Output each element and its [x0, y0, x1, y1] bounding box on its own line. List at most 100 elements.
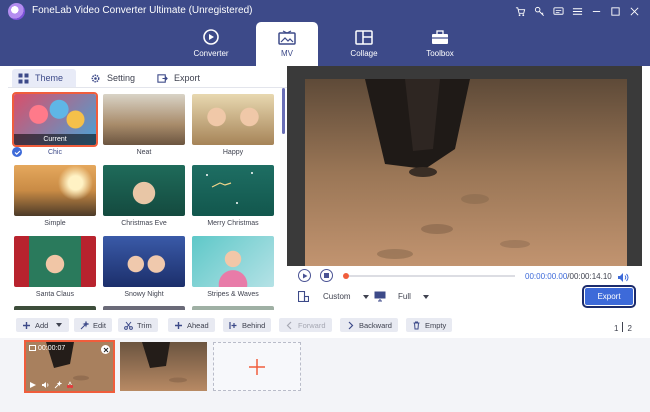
tab-converter[interactable]: Converter [180, 22, 242, 66]
theme-merry-christmas[interactable]: Merry Christmas [192, 165, 274, 227]
trash-icon [413, 321, 420, 329]
progress-bar[interactable] [349, 275, 515, 277]
tab-export-label: Export [174, 73, 201, 83]
display-mode-select[interactable]: Full [374, 291, 429, 302]
player-controls: 00:00:00.00/00:00:14.10 Custom Full Expo… [287, 266, 642, 310]
tab-mv-label: MV [281, 49, 293, 58]
aspect-ratio-icon [298, 291, 309, 302]
volume-icon[interactable] [617, 270, 629, 288]
minimize-icon[interactable] [587, 2, 606, 20]
check-icon [12, 147, 22, 157]
aspect-value: Custom [323, 292, 351, 301]
theme-thumbnail [192, 306, 274, 310]
maximize-icon[interactable] [606, 2, 625, 20]
tab-setting[interactable]: Setting [84, 69, 141, 87]
theme-scrollbar[interactable] [282, 88, 286, 310]
theme-santa-claus[interactable]: Santa Claus [14, 236, 96, 298]
theme-label: Stripes & Waves [207, 291, 259, 298]
key-icon[interactable] [530, 2, 549, 20]
theme-happy[interactable]: Happy [192, 94, 274, 156]
theme-label: Neat [136, 149, 152, 156]
sub-tab-bar: Theme Setting Export [8, 66, 287, 88]
forward-label: Forward [298, 320, 326, 330]
export-button[interactable]: Export [582, 285, 636, 308]
trim-label: Trim [137, 320, 152, 330]
theme-thumbnail [103, 165, 185, 216]
edit-button[interactable]: Edit [74, 318, 112, 332]
tab-theme[interactable]: Theme [12, 69, 76, 87]
plus-icon [23, 321, 30, 329]
theme-next-row[interactable] [192, 306, 274, 310]
ahead-label: Ahead [187, 320, 209, 330]
film-icon [29, 345, 36, 351]
empty-label: Empty [425, 320, 447, 330]
theme-chic[interactable]: Current Chic [12, 92, 98, 157]
tab-converter-label: Converter [193, 49, 229, 58]
magic-wand-icon[interactable] [54, 381, 62, 389]
add-clip-button[interactable] [213, 342, 301, 391]
page-separator [622, 322, 624, 332]
tab-toolbox-label: Toolbox [426, 49, 454, 58]
theme-simple[interactable]: Simple [14, 165, 96, 227]
theme-thumbnail [103, 94, 185, 145]
current-time: 00:00:00.00 [525, 272, 568, 281]
backward-button[interactable]: Backward [340, 318, 398, 332]
cherry-icon[interactable] [66, 381, 74, 389]
page-indicator: 12 [614, 322, 632, 333]
window-controls [511, 2, 644, 20]
aspect-select[interactable]: Custom [298, 291, 369, 302]
toolbox-icon [431, 28, 449, 46]
theme-label: Simple [44, 220, 66, 227]
timeline-clip[interactable] [120, 342, 207, 391]
display-mode-value: Full [398, 292, 411, 301]
stop-button[interactable] [320, 269, 333, 282]
behind-button[interactable]: Behind [223, 318, 272, 332]
app-logo-icon [8, 3, 25, 20]
video-preview[interactable] [305, 79, 627, 267]
tab-theme-label: Theme [35, 73, 64, 83]
cart-icon[interactable] [511, 2, 530, 20]
tab-toolbox[interactable]: Toolbox [409, 22, 471, 66]
theme-next-row[interactable] [14, 306, 96, 310]
theme-thumbnail [103, 236, 185, 287]
clip-remove-button[interactable] [101, 345, 110, 354]
gear-icon [91, 74, 100, 82]
plus-icon [249, 358, 265, 375]
timeline: 00:00:07 [0, 338, 650, 412]
theme-grid-icon [18, 73, 29, 83]
export-icon [157, 73, 168, 83]
tab-mv[interactable]: MV [256, 22, 318, 66]
behind-label: Behind [242, 320, 266, 330]
backward-label: Backward [359, 320, 392, 330]
theme-next-row[interactable] [103, 306, 185, 310]
ahead-button[interactable]: Ahead [168, 318, 215, 332]
add-button[interactable]: Add [16, 318, 69, 332]
timeline-clip[interactable]: 00:00:07 [24, 340, 115, 393]
empty-button[interactable]: Empty [406, 318, 453, 332]
trim-button[interactable]: Trim [118, 318, 158, 332]
mv-icon [278, 28, 296, 46]
theme-snowy-night[interactable]: Snowy Night [103, 236, 185, 298]
tab-export[interactable]: Export [151, 69, 206, 87]
menu-icon[interactable] [568, 2, 587, 20]
theme-label: Santa Claus [35, 291, 75, 298]
time-display: 00:00:00.00/00:00:14.10 [525, 272, 612, 281]
close-icon[interactable] [625, 2, 644, 20]
tab-collage[interactable]: Collage [333, 22, 395, 66]
volume-icon[interactable] [41, 381, 50, 389]
forward-button[interactable]: Forward [279, 318, 332, 332]
magic-wand-icon [80, 320, 89, 329]
theme-christmas-eve[interactable]: Christmas Eve [103, 165, 185, 227]
monitor-icon [374, 291, 386, 302]
theme-panel: Theme Setting Export Current Chic Neat H… [8, 66, 287, 310]
theme-thumbnail [192, 236, 274, 287]
chevron-down-icon [56, 323, 63, 327]
theme-stripes-waves[interactable]: Stripes & Waves [192, 236, 274, 298]
feedback-icon[interactable] [549, 2, 568, 20]
play-icon[interactable] [29, 381, 37, 389]
scroll-thumb[interactable] [282, 88, 285, 134]
play-button[interactable] [298, 269, 311, 282]
theme-neat[interactable]: Neat [103, 94, 185, 156]
theme-thumbnail [14, 306, 96, 310]
theme-thumbnail [14, 236, 96, 287]
